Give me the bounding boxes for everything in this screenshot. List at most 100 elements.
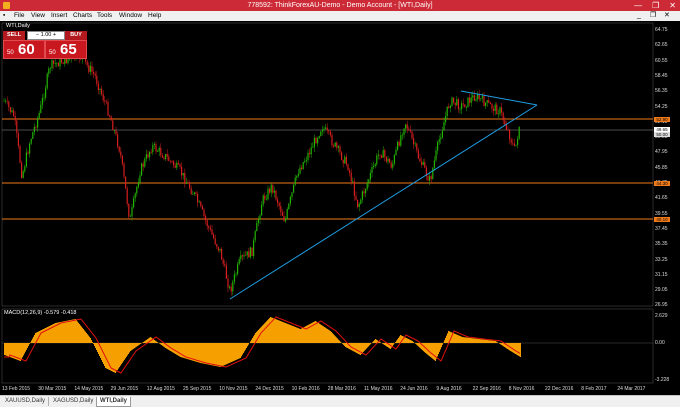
- maximize-icon[interactable]: ❐: [652, 1, 659, 10]
- macd-bar: [228, 343, 229, 363]
- menu-tools[interactable]: Tools: [97, 11, 112, 21]
- lot-size-input[interactable]: − 1.00 +: [27, 31, 65, 40]
- macd-bar: [416, 343, 417, 345]
- macd-bar: [462, 337, 463, 343]
- menu-help[interactable]: Help: [148, 11, 161, 21]
- candle-body: [194, 192, 195, 194]
- macd-bar: [367, 343, 368, 348]
- macd-bar: [370, 343, 371, 344]
- candle-body: [333, 145, 334, 146]
- menu-insert[interactable]: Insert: [51, 11, 67, 21]
- candle-body: [43, 98, 44, 99]
- mdi-minimize-icon[interactable]: _: [637, 11, 641, 21]
- candle-body: [179, 164, 180, 166]
- candle-body: [395, 150, 396, 155]
- macd-bar: [379, 342, 380, 343]
- tab-xagusd[interactable]: XAGUSD,Daily: [50, 397, 97, 406]
- price-tick-label: 60.55: [655, 58, 668, 64]
- macd-bar: [153, 339, 154, 343]
- time-tick-label: 8 Feb 2017: [581, 386, 606, 392]
- price-chart[interactable]: [0, 21, 680, 396]
- candle-body: [467, 97, 468, 107]
- macd-bar: [119, 343, 120, 367]
- lot-decrease-icon[interactable]: −: [36, 32, 39, 38]
- macd-bar: [236, 343, 237, 360]
- macd-bar: [116, 343, 117, 372]
- menu-charts[interactable]: Charts: [73, 11, 92, 21]
- macd-bar: [187, 343, 188, 359]
- macd-bar: [446, 336, 447, 343]
- sell-button[interactable]: SELL: [3, 31, 25, 40]
- menu-view[interactable]: View: [31, 11, 45, 21]
- candle-body: [211, 229, 212, 234]
- candle-body: [114, 130, 115, 131]
- mdi-restore-icon[interactable]: ❐: [650, 11, 656, 21]
- macd-bar: [62, 322, 63, 343]
- close-icon[interactable]: ✕: [669, 1, 676, 10]
- candle-body: [487, 100, 488, 103]
- menu-file[interactable]: File: [14, 11, 24, 21]
- price-tick-label: 26.95: [655, 302, 668, 308]
- candle-body: [186, 182, 187, 184]
- macd-bar: [383, 343, 384, 344]
- macd-bar: [58, 322, 59, 343]
- macd-bar: [296, 327, 297, 343]
- macd-bar: [213, 343, 214, 366]
- macd-bar: [340, 342, 341, 343]
- sell-price-box[interactable]: 50 60: [3, 40, 45, 59]
- candle-body: [338, 146, 339, 147]
- macd-bar: [519, 343, 520, 356]
- candle-body: [357, 200, 358, 207]
- macd-bar: [491, 341, 492, 343]
- macd-bar: [436, 343, 437, 359]
- candle-body: [39, 113, 40, 118]
- macd-bar: [290, 325, 291, 343]
- macd-bar: [192, 343, 193, 361]
- candle-body: [421, 162, 422, 165]
- minimize-icon[interactable]: —: [634, 1, 642, 10]
- macd-bar: [375, 339, 376, 343]
- buy-price-box[interactable]: 50 65: [45, 40, 87, 59]
- macd-bar: [333, 334, 334, 343]
- candle-body: [506, 125, 507, 130]
- macd-bar: [293, 326, 294, 343]
- macd-bar: [292, 326, 293, 343]
- tab-xauusd[interactable]: XAUUSD,Daily: [2, 397, 49, 406]
- candle-body: [475, 99, 476, 101]
- macd-bar: [356, 343, 357, 353]
- macd-bar: [89, 337, 90, 343]
- candle-body: [111, 117, 112, 121]
- candle-body: [471, 97, 472, 102]
- macd-bar: [321, 325, 322, 343]
- macd-bar: [487, 340, 488, 343]
- price-tick-label: 31.15: [655, 272, 668, 278]
- macd-bar: [469, 338, 470, 343]
- indicator-tick-label: 2.629: [655, 313, 668, 319]
- candle-body: [394, 155, 395, 164]
- macd-bar: [6, 343, 7, 356]
- macd-bar: [212, 343, 213, 365]
- macd-bar: [483, 340, 484, 343]
- macd-bar: [195, 343, 196, 362]
- buy-button[interactable]: BUY: [65, 31, 87, 40]
- menu-window[interactable]: Window: [119, 11, 142, 21]
- candle-body: [205, 216, 206, 220]
- candle-body: [511, 140, 512, 143]
- macd-bar: [181, 343, 182, 357]
- macd-bar: [240, 343, 241, 358]
- macd-bar: [33, 337, 34, 343]
- candle-body: [56, 63, 57, 64]
- candle-body: [277, 199, 278, 203]
- macd-bar: [518, 343, 519, 356]
- candle-body: [87, 62, 88, 65]
- candle-body: [191, 188, 192, 194]
- macd-bar: [121, 343, 122, 364]
- macd-bar: [69, 320, 70, 343]
- chart-window[interactable]: WTI,Daily MACD(12,26,9) -0.579 -0.418 SE…: [0, 21, 680, 396]
- macd-bar: [408, 339, 409, 343]
- macd-bar: [226, 343, 227, 364]
- mdi-close-icon[interactable]: ✕: [664, 11, 670, 21]
- lot-increase-icon[interactable]: +: [53, 32, 56, 38]
- macd-bar: [363, 343, 364, 352]
- candle-body: [346, 157, 347, 165]
